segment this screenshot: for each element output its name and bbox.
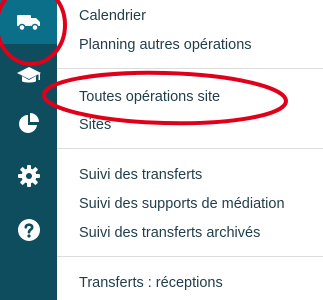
help-icon	[17, 218, 41, 242]
menu-item-transferts-receptions[interactable]: Transferts : réceptions	[79, 274, 223, 292]
pie-chart-icon	[17, 112, 41, 136]
rail-item-transport[interactable]	[0, 0, 57, 44]
rail-item-settings[interactable]	[0, 154, 57, 198]
dropdown-menu: Calendrier Planning autres opérations To…	[57, 0, 323, 300]
menu-item-sites[interactable]: Sites	[79, 116, 111, 134]
menu-item-suivi-des-supports-de-mediation[interactable]: Suivi des supports de médiation	[79, 195, 285, 213]
menu-divider	[57, 148, 323, 149]
gear-icon	[17, 164, 41, 188]
side-rail	[0, 0, 57, 300]
menu-item-planning-autres-operations[interactable]: Planning autres opérations	[79, 36, 252, 54]
menu-divider	[57, 256, 323, 257]
rail-item-training[interactable]	[0, 53, 57, 97]
menu-item-calendrier[interactable]: Calendrier	[79, 7, 146, 25]
graduation-cap-icon	[16, 65, 42, 85]
menu-divider	[57, 68, 323, 69]
menu-item-suivi-des-transferts-archives[interactable]: Suivi des transferts archivés	[79, 224, 260, 242]
rail-item-help[interactable]	[0, 208, 57, 252]
truck-icon	[16, 12, 42, 32]
menu-item-toutes-operations-site[interactable]: Toutes opérations site	[79, 88, 220, 106]
menu-item-suivi-des-transferts[interactable]: Suivi des transferts	[79, 166, 202, 184]
rail-item-statistics[interactable]	[0, 102, 57, 146]
